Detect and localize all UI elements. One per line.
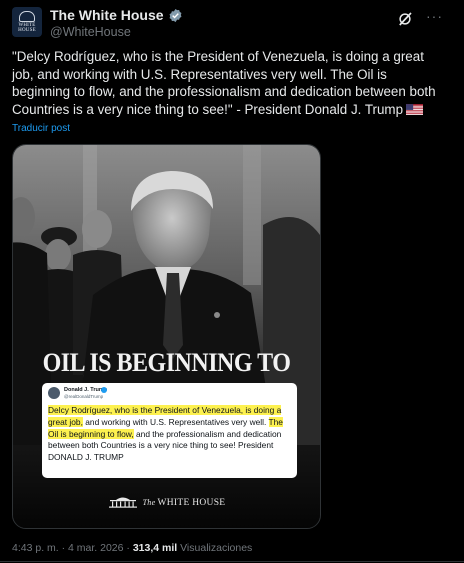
avatar-text-house: HOUSE (18, 28, 36, 33)
divider (0, 561, 464, 562)
verified-badge-icon (169, 8, 181, 22)
wordmark-the: The (142, 498, 156, 507)
meta-separator: · (123, 542, 133, 554)
card-text-plain-1: and working with U.S. Representatives ve… (82, 416, 269, 427)
post-text-content: "Delcy Rodríguez, who is the President o… (12, 49, 436, 117)
post-meta: 4:43 p. m. · 4 mar. 2026 · 313,4 mil Vis… (12, 542, 252, 554)
us-flag-icon (406, 103, 424, 115)
more-icon[interactable]: ··· (426, 8, 444, 26)
handle[interactable]: @WhiteHouse (50, 25, 131, 39)
post-text: "Delcy Rodríguez, who is the President o… (12, 48, 448, 118)
card-text: Delcy Rodríguez, who is the President of… (48, 405, 293, 464)
card-badge-icon (101, 387, 107, 393)
card-author-handle: @realDonaldTrump (64, 394, 104, 399)
post-header: WHITE HOUSE The White House @WhiteHouse … (12, 4, 452, 42)
post-image[interactable]: OIL IS BEGINNING TO FLOW Donald J. Trump… (12, 144, 321, 529)
timestamp[interactable]: 4:43 p. m. · 4 mar. 2026 (12, 542, 123, 554)
wordmark-brand: WHITE HOUSE (157, 498, 226, 508)
display-name[interactable]: The White House (50, 7, 164, 23)
card-avatar (48, 387, 60, 399)
white-house-wordmark: The WHITE HOUSE (13, 495, 320, 508)
views-count: 313,4 mil (132, 542, 178, 554)
seal-icon (19, 11, 35, 22)
embedded-post-card: Donald J. Trump @realDonaldTrump Delcy R… (42, 383, 297, 478)
translate-post-link[interactable]: Traducir post (12, 123, 70, 134)
name-row: The White House (50, 7, 183, 23)
views-label: Visualizaciones (177, 542, 253, 554)
avatar[interactable]: WHITE HOUSE (12, 7, 42, 37)
white-house-logo-icon (108, 497, 137, 508)
grok-icon[interactable] (396, 10, 414, 28)
card-header: Donald J. Trump @realDonaldTrump (48, 387, 288, 401)
post: WHITE HOUSE The White House @WhiteHouse … (0, 0, 464, 563)
